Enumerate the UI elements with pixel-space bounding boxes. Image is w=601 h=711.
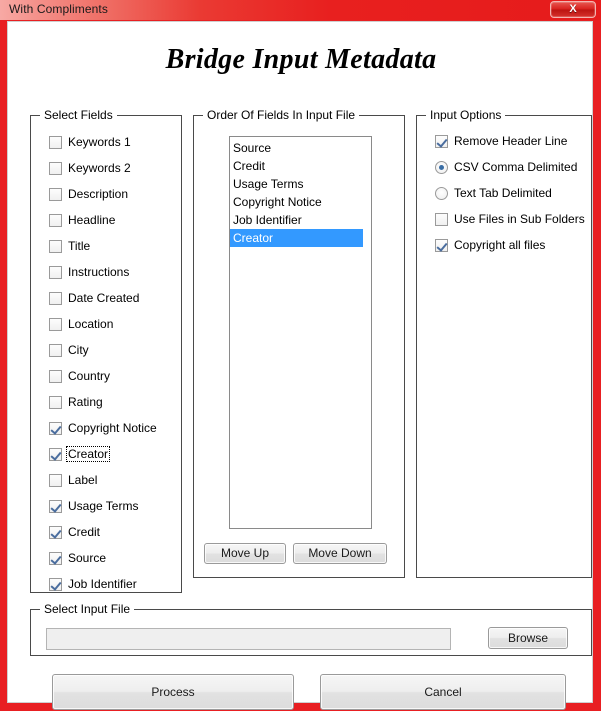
checkbox-indicator[interactable] — [49, 291, 62, 305]
checkbox-label: Title — [68, 239, 91, 253]
browse-button[interactable]: Browse — [488, 627, 568, 649]
checkbox-label: Country — [68, 369, 111, 383]
checkbox-country[interactable]: Country — [49, 368, 110, 384]
select-input-file-legend: Select Input File — [40, 602, 135, 616]
checkbox-indicator[interactable] — [49, 317, 62, 331]
page-title: Bridge Input Metadata — [165, 44, 437, 75]
checkbox-label: Keywords 1 — [68, 135, 131, 149]
field-order-listbox[interactable]: Source Credit Usage Terms Copyright Noti… — [229, 136, 372, 529]
close-button[interactable]: X — [550, 1, 596, 18]
checkbox-headline[interactable]: Headline — [49, 212, 115, 228]
radio-label: Text Tab Delimited — [454, 186, 552, 200]
input-file-path-field[interactable] — [46, 628, 451, 650]
checkbox-label: City — [68, 343, 89, 357]
checkbox-copyright-notice[interactable]: Copyright Notice — [49, 420, 157, 436]
checkbox-keywords-1[interactable]: Keywords 1 — [49, 134, 131, 150]
checkbox-indicator[interactable] — [49, 213, 62, 227]
list-item[interactable]: Usage Terms — [230, 175, 371, 193]
input-options-legend: Input Options — [426, 108, 506, 122]
checkbox-label: Copyright all files — [454, 238, 546, 252]
checkbox-label: Job Identifier — [68, 577, 137, 591]
checkbox-location[interactable]: Location — [49, 316, 113, 332]
radio-csv-comma-delimited[interactable]: CSV Comma Delimited — [435, 159, 577, 175]
checkbox-indicator[interactable] — [49, 239, 62, 253]
checkbox-indicator[interactable] — [49, 369, 62, 383]
checkbox-label: Headline — [68, 213, 116, 227]
list-item[interactable]: Job Identifier — [230, 211, 371, 229]
checkbox-indicator[interactable] — [49, 499, 62, 513]
window-title: With Compliments — [9, 2, 108, 16]
checkbox-source[interactable]: Source — [49, 550, 106, 566]
select-fields-group: Select Fields Keywords 1 Keywords 2 Desc… — [30, 108, 182, 593]
radio-indicator[interactable] — [435, 186, 448, 200]
checkbox-indicator[interactable] — [49, 135, 62, 149]
checkbox-title[interactable]: Title — [49, 238, 90, 254]
checkbox-label: Copyright Notice — [68, 421, 157, 435]
radio-indicator[interactable] — [435, 160, 448, 174]
radio-label: CSV Comma Delimited — [454, 160, 578, 174]
list-item-selected[interactable]: Creator — [230, 229, 363, 247]
checkbox-indicator[interactable] — [435, 134, 448, 148]
order-of-fields-legend: Order Of Fields In Input File — [203, 108, 360, 122]
checkbox-label: Location — [68, 317, 114, 331]
checkbox-creator[interactable]: Creator — [49, 446, 111, 462]
checkbox-indicator[interactable] — [49, 343, 62, 357]
checkbox-indicator[interactable] — [49, 187, 62, 201]
checkbox-label: Instructions — [68, 265, 130, 279]
checkbox-indicator[interactable] — [49, 161, 62, 175]
checkbox-description[interactable]: Description — [49, 186, 128, 202]
checkbox-label-field[interactable]: Label — [49, 472, 97, 488]
checkbox-label: Label — [68, 473, 98, 487]
checkbox-indicator[interactable] — [435, 212, 448, 226]
checkbox-label: Use Files in Sub Folders — [454, 212, 585, 226]
checkbox-label: Creator — [65, 446, 111, 462]
checkbox-rating[interactable]: Rating — [49, 394, 103, 410]
checkbox-indicator[interactable] — [49, 551, 62, 565]
checkbox-label: Date Created — [68, 291, 140, 305]
checkbox-usage-terms[interactable]: Usage Terms — [49, 498, 138, 514]
order-of-fields-group: Order Of Fields In Input File Source Cre… — [193, 108, 405, 578]
checkbox-date-created[interactable]: Date Created — [49, 290, 139, 306]
checkbox-use-files-in-sub-folders[interactable]: Use Files in Sub Folders — [435, 211, 585, 227]
checkbox-indicator[interactable] — [49, 265, 62, 279]
cancel-button[interactable]: Cancel — [320, 674, 566, 710]
application-window: With Compliments X Bridge Input Metadata… — [0, 0, 601, 711]
input-options-group: Input Options Remove Header Line CSV Com… — [416, 108, 592, 578]
checkbox-indicator[interactable] — [49, 577, 62, 591]
checkbox-indicator[interactable] — [49, 473, 62, 487]
checkbox-label: Description — [68, 187, 129, 201]
checkbox-indicator[interactable] — [49, 525, 62, 539]
checkbox-label: Rating — [68, 395, 103, 409]
checkbox-label: Source — [68, 551, 107, 565]
move-up-button[interactable]: Move Up — [204, 543, 286, 564]
list-item[interactable]: Copyright Notice — [230, 193, 371, 211]
checkbox-label: Keywords 2 — [68, 161, 131, 175]
checkbox-job-identifier[interactable]: Job Identifier — [49, 576, 137, 592]
checkbox-indicator[interactable] — [49, 421, 62, 435]
title-bar[interactable]: With Compliments X — [0, 0, 601, 20]
checkbox-indicator[interactable] — [49, 447, 62, 461]
radio-text-tab-delimited[interactable]: Text Tab Delimited — [435, 185, 552, 201]
checkbox-city[interactable]: City — [49, 342, 89, 358]
close-icon: X — [569, 3, 577, 15]
checkbox-label: Credit — [68, 525, 101, 539]
checkbox-credit[interactable]: Credit — [49, 524, 100, 540]
list-item[interactable]: Credit — [230, 157, 371, 175]
checkbox-indicator[interactable] — [435, 238, 448, 252]
checkbox-keywords-2[interactable]: Keywords 2 — [49, 160, 131, 176]
checkbox-copyright-all-files[interactable]: Copyright all files — [435, 237, 545, 253]
window-client-area: Bridge Input Metadata Select Fields Keyw… — [7, 21, 593, 710]
checkbox-indicator[interactable] — [49, 395, 62, 409]
checkbox-label: Remove Header Line — [454, 134, 568, 148]
checkbox-label: Usage Terms — [68, 499, 139, 513]
checkbox-remove-header-line[interactable]: Remove Header Line — [435, 133, 567, 149]
move-down-button[interactable]: Move Down — [293, 543, 387, 564]
process-button[interactable]: Process — [52, 674, 294, 710]
list-item[interactable]: Source — [230, 139, 371, 157]
select-fields-legend: Select Fields — [40, 108, 117, 122]
checkbox-instructions[interactable]: Instructions — [49, 264, 129, 280]
